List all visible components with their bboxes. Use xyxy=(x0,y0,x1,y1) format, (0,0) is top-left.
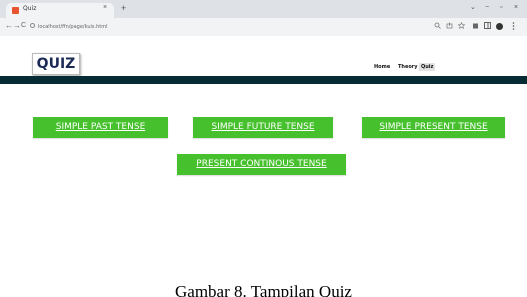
browser-address-bar: ← → C localhost/ffn/page/kuis.html xyxy=(0,18,527,36)
simple-past-tense-button[interactable]: SIMPLE PAST TENSE xyxy=(33,117,168,138)
site-info-icon[interactable] xyxy=(30,23,35,28)
site-logo[interactable]: QUIZ xyxy=(32,53,80,75)
url-field[interactable]: localhost/ffn/page/kuis.html xyxy=(38,24,107,30)
nav-theory[interactable]: Theory xyxy=(398,63,418,71)
minimize-button[interactable]: − xyxy=(485,3,489,12)
search-icon[interactable] xyxy=(434,22,441,32)
reload-icon[interactable]: C xyxy=(21,21,26,31)
tab-search-icon[interactable]: ⌄ xyxy=(470,3,476,12)
header-divider-bar xyxy=(0,76,527,84)
sidebar-icon[interactable] xyxy=(484,22,491,32)
share-icon[interactable] xyxy=(446,22,453,32)
puzzle-icon[interactable] xyxy=(472,22,479,32)
maximize-button[interactable]: ▫ xyxy=(500,3,502,12)
simple-present-tense-button[interactable]: SIMPLE PRESENT TENSE xyxy=(362,117,505,138)
simple-future-tense-button[interactable]: SIMPLE FUTURE TENSE xyxy=(193,117,333,138)
profile-icon[interactable] xyxy=(496,23,503,30)
nav-home[interactable]: Home xyxy=(374,63,390,71)
menu-icon[interactable] xyxy=(512,22,515,33)
present-continous-tense-button[interactable]: PRESENT CONTINOUS TENSE xyxy=(177,154,346,175)
favicon-icon xyxy=(12,7,19,14)
tab-title: Quiz xyxy=(23,5,37,12)
figure-caption: Gambar 8. Tampilan Quiz xyxy=(175,282,352,297)
back-arrow-icon[interactable]: ← xyxy=(5,21,13,31)
browser-tab[interactable]: Quiz × xyxy=(6,3,114,18)
tab-close-icon[interactable]: × xyxy=(103,4,107,11)
star-icon[interactable] xyxy=(457,21,466,32)
browser-tab-bar: Quiz × + ⌄ − ▫ × xyxy=(0,0,527,18)
nav-quiz[interactable]: Quiz xyxy=(419,63,436,71)
close-window-button[interactable]: × xyxy=(514,3,518,12)
forward-arrow-icon[interactable]: → xyxy=(13,21,21,31)
new-tab-button[interactable]: + xyxy=(121,3,126,13)
